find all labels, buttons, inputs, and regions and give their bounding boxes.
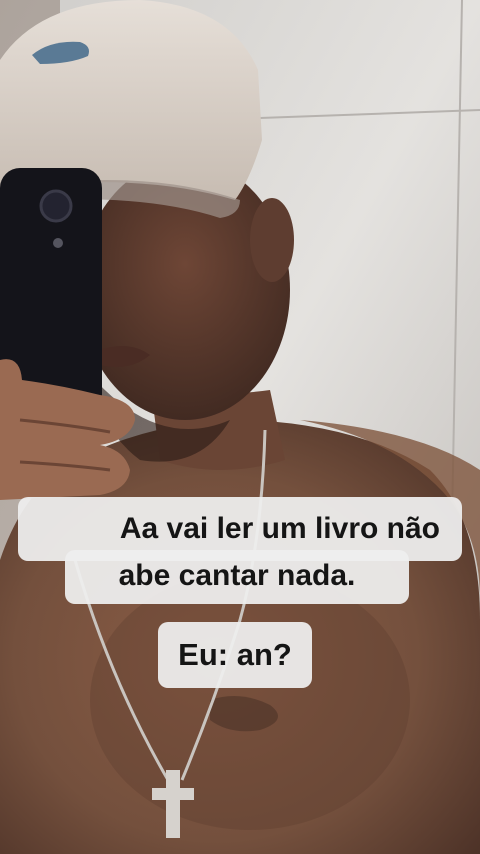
camera-lens bbox=[39, 189, 73, 223]
reply-caption: Eu: an? bbox=[158, 622, 312, 688]
caption-line-2: abe cantar nada. bbox=[65, 550, 409, 604]
ear bbox=[250, 198, 294, 282]
mirror-selfie-photo bbox=[0, 0, 480, 854]
camera-flash bbox=[53, 238, 63, 248]
